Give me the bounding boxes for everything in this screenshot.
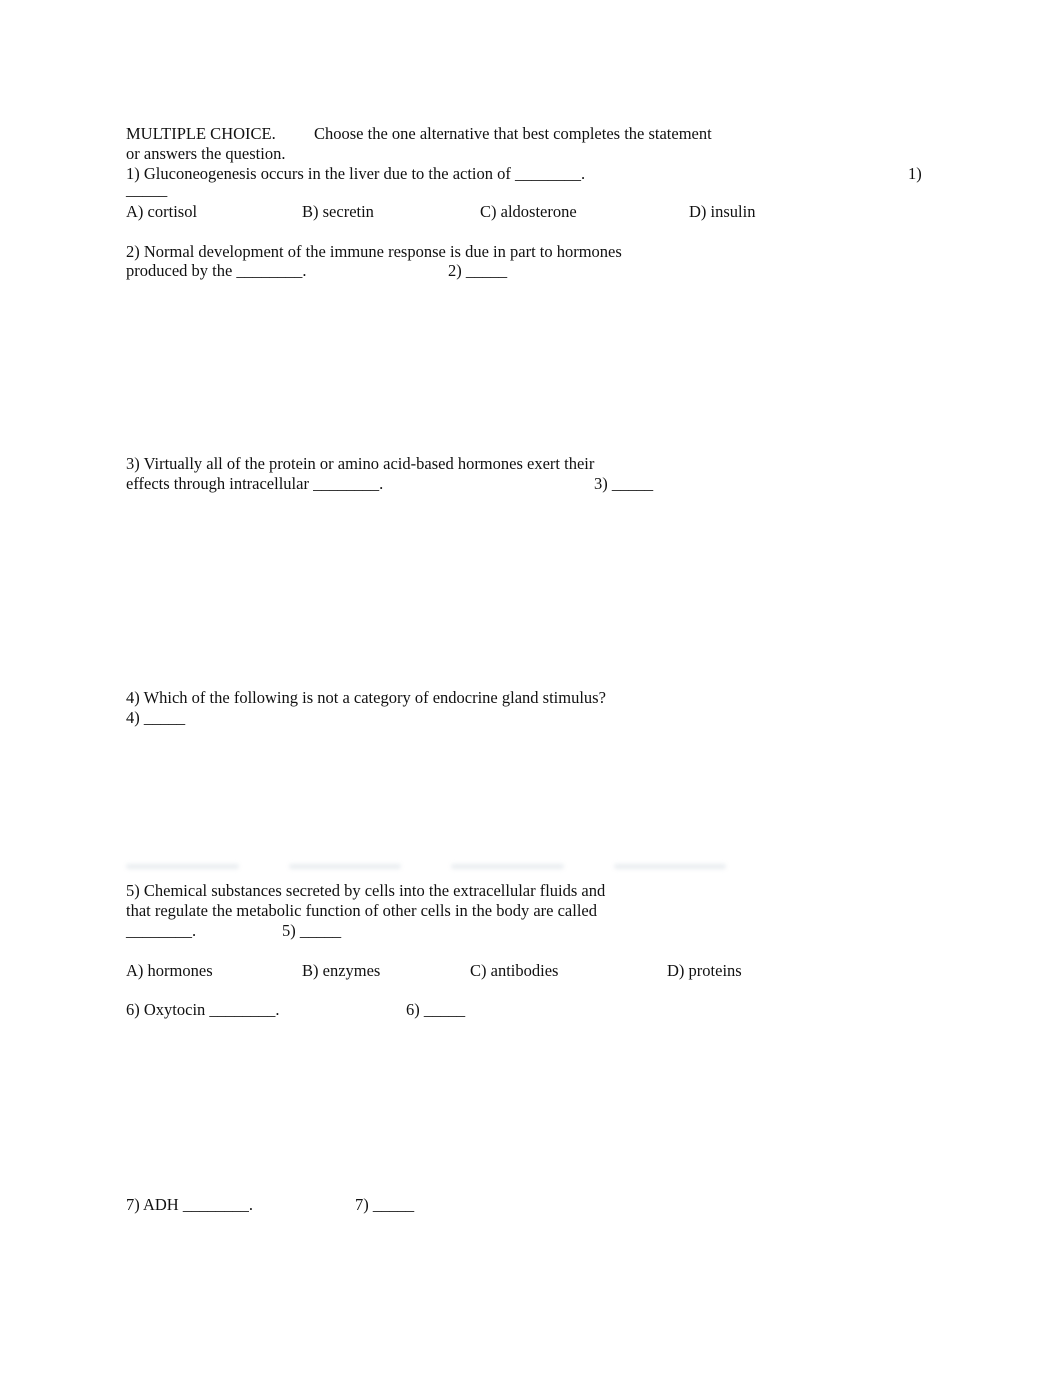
question-4-text: 4) Which of the following is not a categ…: [126, 688, 606, 707]
document-page: { "header": { "section": "MULTIPLE CHOIC…: [0, 0, 1062, 1377]
obscured-options: [126, 864, 726, 872]
section-title: MULTIPLE CHOICE.: [126, 124, 276, 143]
question-5-option-a[interactable]: A) hormones: [126, 961, 213, 981]
question-3-text: 3) Virtually all of the protein or amino…: [126, 454, 595, 473]
question-5-option-c[interactable]: C) antibodies: [470, 961, 558, 981]
question-1-option-d[interactable]: D) insulin: [689, 202, 755, 222]
question-5-option-d[interactable]: D) proteins: [667, 961, 742, 981]
question-5-text-continued: that regulate the metabolic function of …: [126, 901, 597, 920]
question-5-option-b[interactable]: B) enzymes: [302, 961, 380, 981]
question-1-text: 1) Gluconeogenesis occurs in the liver d…: [126, 164, 586, 183]
question-5-text: 5) Chemical substances secreted by cells…: [126, 881, 606, 900]
instructions-continued: or answers the question.: [126, 144, 286, 163]
question-5-answer-blank[interactable]: 5) _____: [282, 921, 341, 941]
question-1-option-c[interactable]: C) aldosterone: [480, 202, 577, 222]
question-7-answer-blank[interactable]: 7) _____: [355, 1195, 414, 1215]
question-2-text: 2) Normal development of the immune resp…: [126, 242, 622, 261]
question-2-text-continued: produced by the ________.: [126, 261, 307, 280]
question-1-answer-label: 1): [908, 164, 922, 183]
obscured-option: [451, 864, 564, 869]
obscured-option: [288, 864, 401, 869]
question-1-option-b[interactable]: B) secretin: [302, 202, 374, 222]
question-3-text-continued: effects through intracellular ________.: [126, 474, 384, 493]
question-6-answer-blank[interactable]: 6) _____: [406, 1000, 465, 1020]
question-5-blank: ________.: [126, 921, 197, 940]
question-2-answer-blank[interactable]: 2) _____: [448, 261, 507, 281]
question-6-text: 6) Oxytocin ________.: [126, 1000, 280, 1019]
question-4-answer-blank[interactable]: 4) _____: [126, 708, 185, 728]
question-1-option-a[interactable]: A) cortisol: [126, 202, 197, 222]
question-1-answer-blank[interactable]: _____: [126, 180, 167, 200]
question-3-answer-blank[interactable]: 3) _____: [594, 474, 653, 494]
instructions: Choose the one alternative that best com…: [314, 124, 712, 143]
obscured-option: [126, 864, 239, 869]
question-7-text: 7) ADH ________.: [126, 1195, 253, 1214]
obscured-option: [613, 864, 726, 869]
